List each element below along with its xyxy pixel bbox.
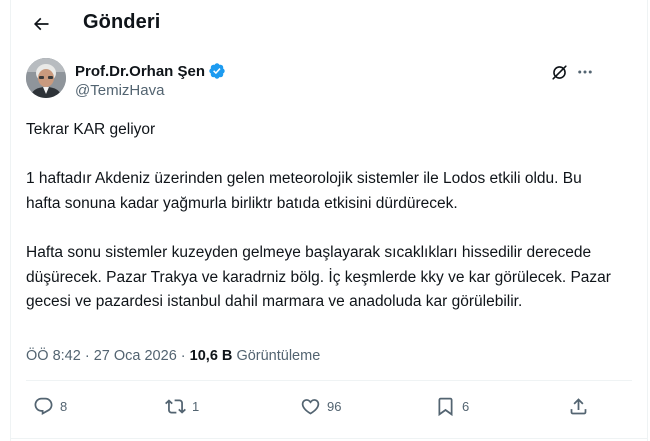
reply-icon (34, 397, 53, 415)
share-button[interactable] (568, 396, 589, 417)
grok-icon (551, 64, 567, 80)
author-handle[interactable]: @TemizHava (75, 82, 164, 99)
verified-badge-icon (209, 63, 225, 79)
bottom-divider (11, 438, 647, 439)
tweet-time[interactable]: ÖÖ 8:42 (26, 348, 81, 364)
tweet-text: Tekrar KAR geliyor 1 haftadır Akdeniz üz… (26, 118, 616, 315)
meta-separator: · (84, 348, 90, 364)
tweet-paragraph: Tekrar KAR geliyor (26, 121, 156, 138)
author-name-text: Prof.Dr.Orhan Şen (75, 62, 206, 80)
more-options-button[interactable] (573, 60, 597, 84)
bookmark-count: 6 (462, 399, 470, 414)
arrow-left-icon (33, 17, 49, 31)
reply-count: 8 (60, 399, 68, 414)
post-detail-frame: Gönderi Prof.Dr.Orhan Şen @TemizHava Tek… (10, 0, 648, 441)
tweet-paragraph: 1 haftadır Akdeniz üzerinden gelen meteo… (26, 170, 582, 212)
repost-icon (165, 399, 186, 414)
meta-separator: · (180, 348, 186, 364)
grok-button[interactable] (547, 60, 571, 84)
avatar-image (26, 58, 66, 98)
heart-icon (301, 399, 320, 415)
tweet-date[interactable]: 27 Oca 2026 (94, 348, 177, 364)
repost-button[interactable]: 1 (165, 396, 199, 417)
divider (26, 380, 632, 381)
avatar[interactable] (26, 58, 66, 98)
back-button[interactable] (25, 8, 57, 40)
tweet-paragraph: Hafta sonu sistemler kuzeyden gelmeye ba… (26, 243, 611, 311)
page-header: Gönderi (11, 0, 647, 48)
more-dots-icon (578, 70, 592, 74)
author-name[interactable]: Prof.Dr.Orhan Şen (75, 62, 226, 80)
bookmark-button[interactable]: 6 (435, 396, 469, 417)
action-bar: 8 1 96 6 (11, 392, 647, 428)
like-count: 96 (327, 399, 342, 414)
bookmark-icon (438, 397, 453, 417)
like-button[interactable]: 96 (300, 396, 341, 417)
page-title: Gönderi (83, 11, 161, 33)
tweet-meta: ÖÖ 8:42 · 27 Oca 2026 · 10,6 B Görüntüle… (26, 348, 320, 364)
share-icon (570, 398, 587, 415)
views-label: Görüntüleme (236, 348, 321, 364)
repost-count: 1 (192, 399, 200, 414)
views-count[interactable]: 10,6 B (190, 348, 233, 364)
reply-button[interactable]: 8 (33, 396, 67, 417)
